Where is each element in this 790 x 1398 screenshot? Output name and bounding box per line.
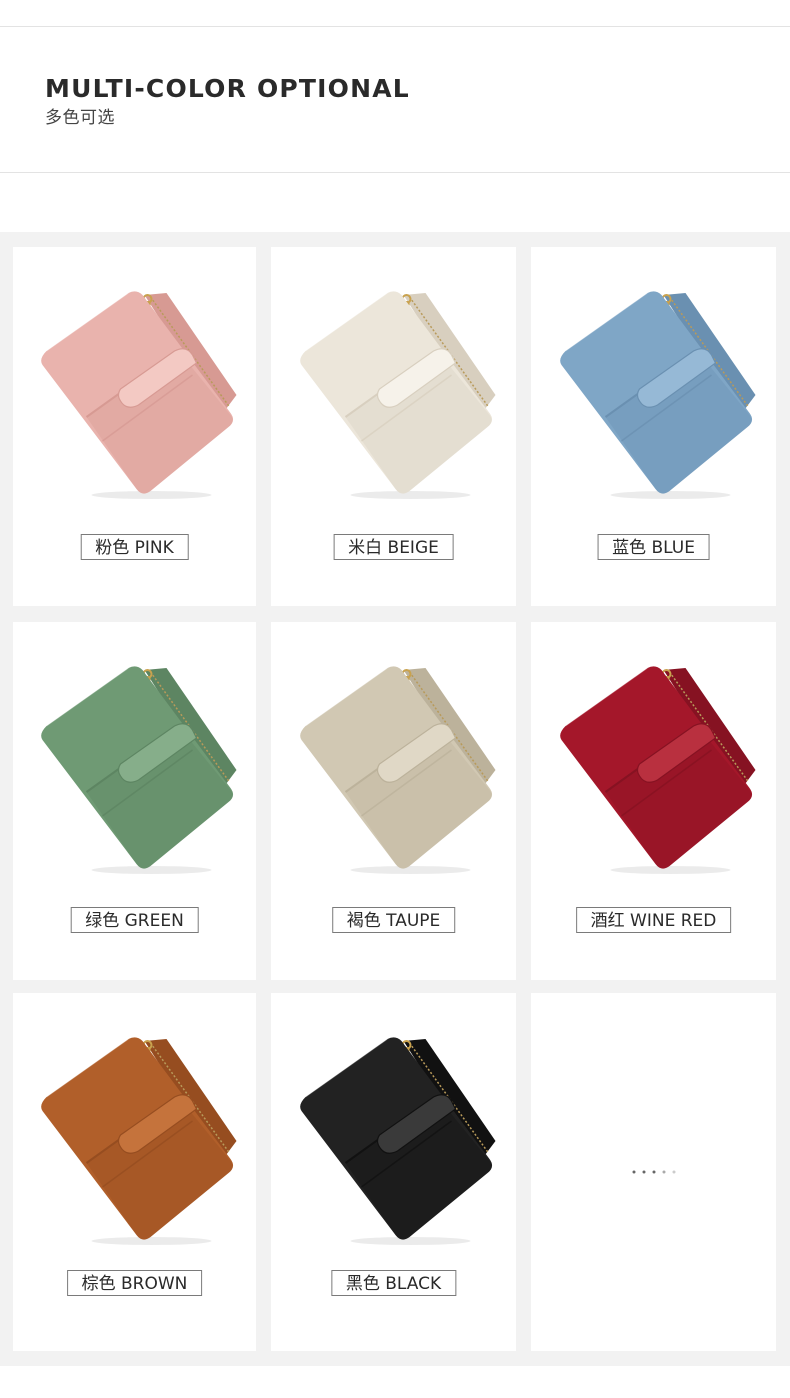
header-divider bbox=[0, 172, 790, 173]
product-card-beige[interactable]: 米白 BEIGE bbox=[271, 247, 516, 606]
wallet-image-green bbox=[41, 666, 237, 874]
placeholder-card bbox=[531, 993, 776, 1351]
page-title: MULTI-COLOR OPTIONAL bbox=[45, 74, 410, 103]
wallet-image-beige bbox=[300, 291, 496, 499]
product-label: 粉色 PINK bbox=[80, 534, 189, 560]
product-label: 黑色 BLACK bbox=[330, 1270, 457, 1296]
wallet-image-pink bbox=[41, 291, 237, 499]
product-card-pink[interactable]: 粉色 PINK bbox=[13, 247, 256, 606]
wallet-image-blue bbox=[560, 291, 756, 499]
page-subtitle: 多色可选 bbox=[45, 108, 115, 128]
more-dots-icon bbox=[632, 1170, 675, 1174]
product-card-blue[interactable]: 蓝色 BLUE bbox=[531, 247, 776, 606]
product-card-taupe[interactable]: 褐色 TAUPE bbox=[271, 622, 516, 980]
top-divider bbox=[0, 26, 790, 27]
product-label: 蓝色 BLUE bbox=[597, 534, 710, 560]
product-label: 米白 BEIGE bbox=[333, 534, 454, 560]
product-label: 棕色 BROWN bbox=[66, 1270, 203, 1296]
wallet-image-brown bbox=[41, 1037, 237, 1245]
product-card-wine-red[interactable]: 酒红 WINE RED bbox=[531, 622, 776, 980]
product-card-green[interactable]: 绿色 GREEN bbox=[13, 622, 256, 980]
wallet-image-wine-red bbox=[560, 666, 756, 874]
product-card-brown[interactable]: 棕色 BROWN bbox=[13, 993, 256, 1351]
product-card-black[interactable]: 黑色 BLACK bbox=[271, 993, 516, 1351]
product-label: 绿色 GREEN bbox=[70, 907, 199, 933]
product-label: 酒红 WINE RED bbox=[575, 907, 732, 933]
product-label: 褐色 TAUPE bbox=[331, 907, 456, 933]
wallet-image-taupe bbox=[300, 666, 496, 874]
wallet-image-black bbox=[300, 1037, 496, 1245]
